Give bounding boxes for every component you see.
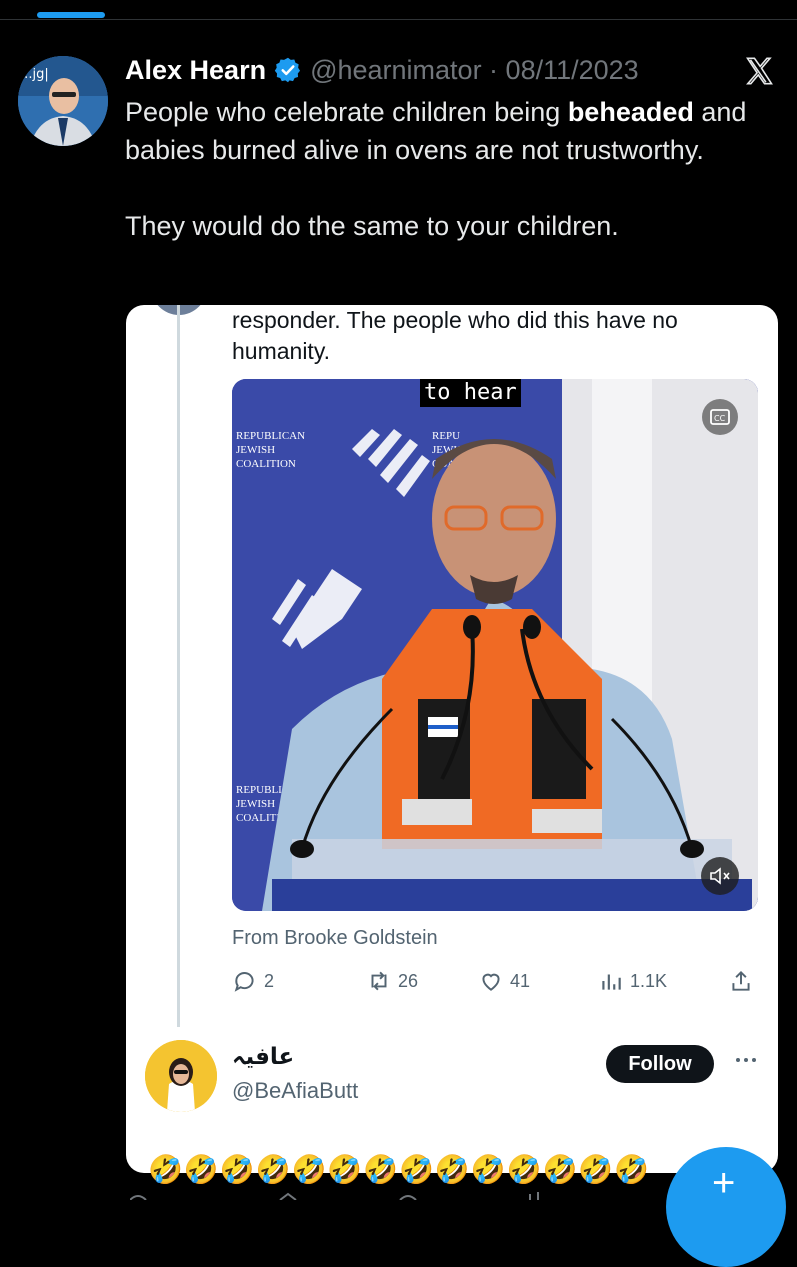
plus-icon: +: [712, 1161, 736, 1205]
views-icon: [602, 974, 621, 990]
tweet-paragraph-second: They would do the same to your children.: [125, 211, 619, 241]
reply-count: 2: [264, 970, 275, 991]
author-avatar[interactable]: :.jg|: [18, 56, 108, 146]
closed-captions-icon: CC: [710, 409, 730, 425]
heart-icon: [482, 973, 500, 991]
tweet-text-pre: People who celebrate children being: [125, 97, 568, 127]
tweet-header: Alex Hearn @hearnimator · 08/11/2023: [125, 50, 639, 90]
tweet-body: People who celebrate children being behe…: [125, 93, 785, 245]
reply-author-name[interactable]: عافيہ: [232, 1044, 294, 1070]
action-bar: 2 26 41 1.1K: [232, 965, 758, 997]
svg-text:REPUBLIC: REPUBLIC: [236, 784, 289, 796]
cutoff-action-icons: [130, 1192, 539, 1200]
views-count: 1.1K: [630, 970, 668, 991]
like-count: 41: [510, 970, 531, 991]
video-player[interactable]: REPUBLICAN JEWISH COALITION REPU JEWIS C…: [232, 379, 758, 911]
repost-icon: [371, 971, 387, 991]
handle-and-date[interactable]: @hearnimator · 08/11/2023: [310, 55, 639, 86]
repost-action[interactable]: 26: [366, 965, 418, 997]
tweet-text-bold: beheaded: [567, 97, 694, 127]
svg-text:CC: CC: [714, 414, 726, 423]
more-options-icon[interactable]: [732, 1050, 760, 1070]
reply-tweet[interactable]: عافيہ @BeAfiaButt Follow: [126, 1030, 778, 1120]
reply-icon: [234, 972, 254, 992]
embedded-tweet-card[interactable]: responder. The people who did this have …: [126, 305, 778, 1173]
video-frame: REPUBLICAN JEWISH COALITION REPU JEWIS C…: [232, 379, 758, 911]
emoji-reply-text: 🤣🤣🤣🤣🤣🤣🤣🤣🤣🤣🤣🤣🤣🤣: [148, 1154, 651, 1185]
repost-count: 26: [398, 970, 419, 991]
svg-text:JEWISH: JEWISH: [236, 798, 275, 810]
tweet-paragraph: People who celebrate children being behe…: [125, 93, 785, 169]
reply-author-handle[interactable]: @BeAfiaButt: [232, 1078, 358, 1104]
share-action[interactable]: [728, 965, 760, 997]
share-icon: [732, 970, 750, 991]
mute-button[interactable]: [701, 857, 739, 895]
avatar-illustration-icon: [145, 1040, 217, 1112]
svg-text:JEWISH: JEWISH: [236, 444, 275, 456]
thread-connector: [177, 305, 180, 1027]
muted-speaker-icon: [710, 867, 730, 885]
verified-badge-icon: [274, 57, 301, 83]
views-action[interactable]: 1.1K: [598, 965, 667, 997]
active-tab-indicator: [37, 12, 105, 18]
divider: [0, 19, 797, 20]
x-logo-icon: [746, 57, 773, 85]
video-caption: to hear: [420, 379, 521, 407]
follow-button[interactable]: Follow: [606, 1045, 714, 1083]
like-action[interactable]: 41: [478, 965, 530, 997]
reply-action[interactable]: 2: [232, 965, 274, 997]
svg-text:COALITION: COALITION: [236, 458, 296, 470]
svg-text::.jg|: :.jg|: [24, 67, 49, 82]
reply-avatar[interactable]: [145, 1040, 217, 1112]
video-attribution[interactable]: From Brooke Goldstein: [232, 927, 438, 950]
svg-text:REPU: REPU: [432, 430, 460, 442]
svg-text:REPUBLICAN: REPUBLICAN: [236, 430, 305, 442]
closed-captions-button[interactable]: CC: [702, 399, 738, 435]
embedded-tweet-text: responder. The people who did this have …: [232, 307, 678, 364]
compose-button[interactable]: +: [666, 1147, 786, 1267]
author-name[interactable]: Alex Hearn: [125, 55, 266, 86]
avatar-photo-icon: :.jg|: [18, 56, 108, 146]
